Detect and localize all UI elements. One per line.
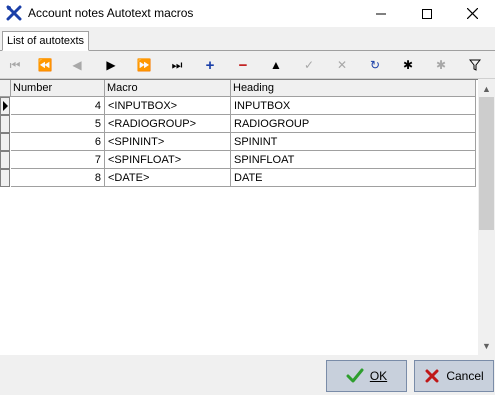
table-cell-heading[interactable]: DATE [231,169,476,187]
first-record-button[interactable]: ⏮ [0,54,30,76]
tools-icon [6,5,22,21]
asterisk-icon: ✱ [402,58,414,72]
ok-button-label: OK [369,369,388,383]
vertical-scrollbar[interactable]: ▲ ▼ [478,80,495,354]
row-indicator[interactable] [0,169,10,187]
cancel-edit-button[interactable]: ✕ [327,54,357,76]
table-cell-number[interactable]: 8 [11,169,105,187]
cancel-x-icon [425,369,439,383]
refresh-button[interactable]: ↻ [360,54,390,76]
next-page-button[interactable]: ⏩ [129,54,159,76]
checkmark-icon [346,368,364,383]
prior-page-button[interactable]: ⏪ [30,54,60,76]
edit-record-button[interactable]: ▲ [261,54,291,76]
close-icon [466,8,478,19]
tab-strip: List of autotexts [0,28,495,51]
autotext-grid: Number Macro Heading 4 <INPUTBOX> INPUTB… [0,79,478,355]
current-row-arrow-icon [3,101,8,111]
asterisk-arrow-icon: ✱ [435,58,447,72]
tab-list-of-autotexts[interactable]: List of autotexts [2,31,90,51]
column-header-number[interactable]: Number [11,80,105,97]
funnel-icon [469,59,481,71]
title-bar: Account notes Autotext macros [0,0,495,27]
x-icon: ✕ [336,58,348,72]
table-cell-macro[interactable]: <INPUTBOX> [105,97,231,115]
last-record-icon: ⏭ [171,57,183,72]
refresh-icon: ↻ [369,58,381,72]
prior-page-icon: ⏪ [37,58,53,72]
row-indicator[interactable] [0,97,10,115]
table-cell-macro[interactable]: <DATE> [105,169,231,187]
bookmark-button[interactable]: ✱ [393,54,423,76]
plus-icon: + [205,56,215,74]
insert-record-button[interactable]: + [195,54,225,76]
chevron-up-icon: ▲ [482,83,491,94]
indicator-header [0,80,11,97]
post-edit-button[interactable]: ✓ [294,54,324,76]
row-indicator[interactable] [0,151,10,169]
filter-button[interactable] [460,54,490,76]
last-record-button[interactable]: ⏭ [162,54,192,76]
table-cell-heading[interactable]: SPINFLOAT [231,151,476,169]
table-cell-macro[interactable]: <SPINFLOAT> [105,151,231,169]
first-record-icon: ⏮ [9,57,21,72]
table-cell-heading[interactable]: SPININT [231,133,476,151]
table-cell-number[interactable]: 5 [11,115,105,133]
row-indicator[interactable] [0,115,10,133]
cancel-button[interactable]: Cancel [414,360,494,392]
next-page-icon: ⏩ [136,58,152,72]
maximize-button[interactable] [404,0,450,27]
row-indicator[interactable] [0,133,10,151]
scroll-thumb[interactable] [479,97,494,230]
table-cell-number[interactable]: 6 [11,133,105,151]
column-header-macro[interactable]: Macro [105,80,231,97]
db-navigator-toolbar: ⏮ ⏪ ◀ ▶ ⏩ ⏭ + − ▲ ✓ ✕ ↻ ✱ ✱ [0,52,495,79]
checkmark-icon: ✓ [303,58,315,72]
table-cell-heading[interactable]: RADIOGROUP [231,115,476,133]
ok-button[interactable]: OK [326,360,407,392]
table-cell-number[interactable]: 4 [11,97,105,115]
triangle-up-icon: ▲ [270,58,282,72]
table-cell-heading[interactable]: INPUTBOX [231,97,476,115]
delete-record-button[interactable]: − [228,54,258,76]
minimize-icon [376,13,386,14]
prior-record-icon: ◀ [72,58,82,72]
window-title: Account notes Autotext macros [28,6,194,20]
prior-record-button[interactable]: ◀ [62,54,92,76]
table-cell-number[interactable]: 7 [11,151,105,169]
scroll-up-button[interactable]: ▲ [478,80,495,97]
next-record-icon: ▶ [106,58,116,72]
minus-icon: − [238,56,248,74]
scroll-down-button[interactable]: ▼ [478,337,495,354]
table-cell-macro[interactable]: <RADIOGROUP> [105,115,231,133]
table-cell-macro[interactable]: <SPININT> [105,133,231,151]
minimize-button[interactable] [358,0,404,27]
goto-bookmark-button[interactable]: ✱ [426,54,456,76]
maximize-icon [422,8,432,19]
chevron-down-icon: ▼ [482,340,491,351]
cancel-button-label: Cancel [446,369,484,383]
column-header-heading[interactable]: Heading [231,80,476,97]
close-button[interactable] [449,0,495,27]
next-record-button[interactable]: ▶ [96,54,126,76]
